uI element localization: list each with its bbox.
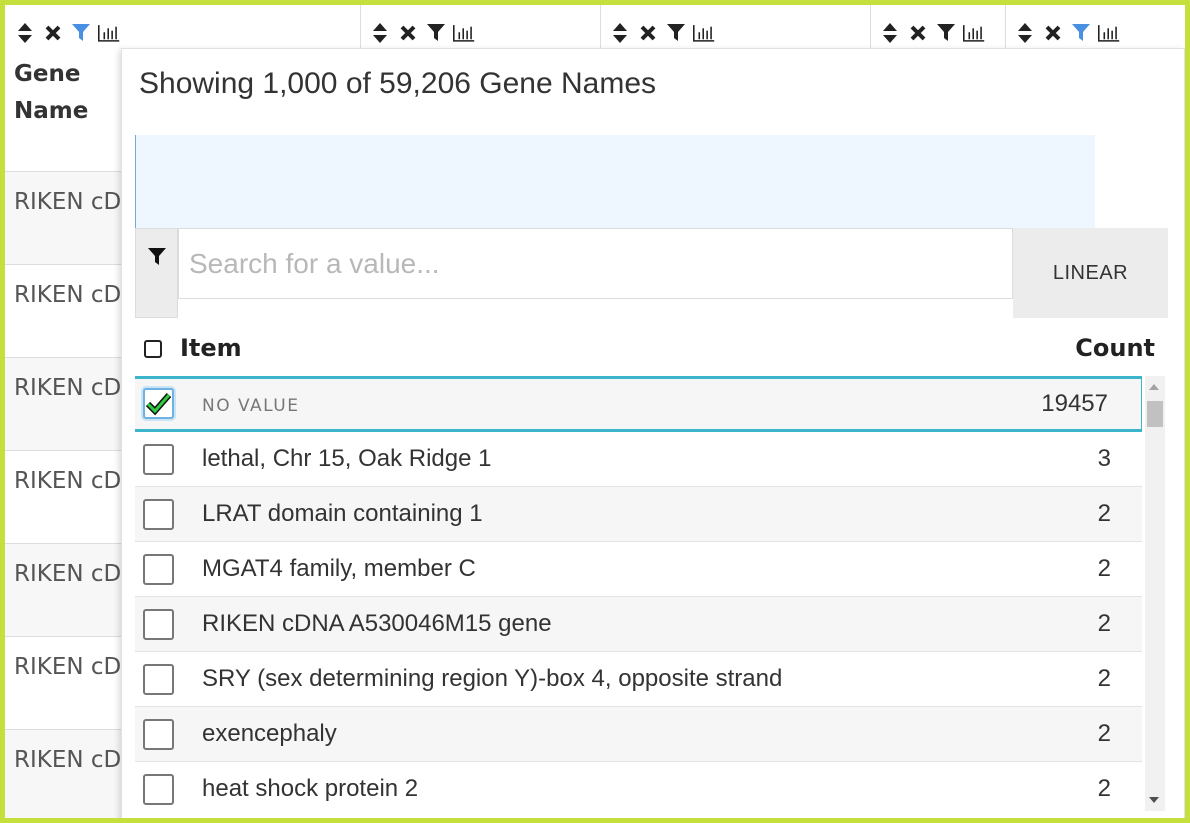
list-item[interactable]: exencephaly 2 (135, 707, 1142, 762)
chart-icon[interactable] (1098, 21, 1120, 45)
filter-icon[interactable] (1070, 21, 1092, 45)
chart-icon[interactable] (693, 21, 715, 45)
table-cell[interactable]: RIKEN cDNA gene (5, 450, 135, 543)
item-checkbox[interactable] (143, 609, 174, 640)
item-count: 2 (1097, 775, 1111, 802)
scroll-down-arrow-icon[interactable] (1149, 797, 1159, 803)
value-list: NO VALUE 19457 lethal, Chr 15, Oak Ridge 1… (135, 376, 1142, 811)
clear-icon[interactable] (637, 21, 659, 45)
column-header-gene-name[interactable]: Gene Name (14, 56, 124, 130)
item-checkbox[interactable] (143, 774, 174, 805)
item-label: heat shock protein 2 (202, 775, 419, 802)
checkmark-icon (145, 393, 172, 416)
item-count: 2 (1097, 555, 1111, 582)
list-item[interactable]: heat shock protein 2 2 (135, 762, 1142, 811)
chart-icon[interactable] (453, 21, 475, 45)
item-label: lethal, Chr 15, Oak Ridge 1 (202, 445, 492, 472)
item-label: RIKEN cDNA A530046M15 gene (202, 610, 552, 637)
list-item[interactable]: MGAT4 family, member C 2 (135, 542, 1142, 597)
item-label: NO VALUE (202, 396, 300, 416)
clear-icon[interactable] (397, 21, 419, 45)
list-item[interactable]: LRAT domain containing 1 2 (135, 487, 1142, 542)
item-count: 2 (1097, 500, 1111, 527)
list-header: Item Count (135, 334, 1155, 370)
item-count: 2 (1097, 665, 1111, 692)
scrollbar[interactable] (1145, 376, 1165, 811)
table-cell[interactable]: RIKEN cDNA gene (5, 543, 135, 636)
clear-icon[interactable] (907, 21, 929, 45)
list-item[interactable]: SRY (sex determining region Y)-box 4, op… (135, 652, 1142, 707)
clear-icon[interactable] (42, 21, 64, 45)
clear-icon[interactable] (1042, 21, 1064, 45)
filter-icon[interactable] (935, 21, 957, 45)
table-body: RIKEN cDNARIKEN cDNARIKEN cDNARIKEN cDNA… (5, 171, 135, 818)
table-cell[interactable]: RIKEN cDNA (5, 264, 135, 357)
list-item[interactable]: lethal, Chr 15, Oak Ridge 1 3 (135, 432, 1142, 487)
item-label: MGAT4 family, member C (202, 555, 476, 582)
chart-icon[interactable] (98, 21, 120, 45)
histogram-area[interactable] (135, 135, 1095, 228)
filter-icon[interactable] (70, 21, 92, 45)
item-count: 19457 (1041, 390, 1108, 417)
select-all-checkbox[interactable] (144, 340, 162, 358)
app-frame: Gene Name RIKEN cDNARIKEN cDNARIKEN cDNA… (5, 5, 1185, 818)
item-column-header[interactable]: Item (180, 334, 242, 362)
table-cell[interactable]: RIKEN cDNA (5, 171, 135, 264)
list-item-no-value[interactable]: NO VALUE 19457 (135, 376, 1142, 432)
linear-scale-button[interactable]: LINEAR (1013, 228, 1168, 318)
sort-icon[interactable] (1014, 21, 1036, 45)
filter-toggle-button[interactable] (135, 228, 178, 318)
item-label: LRAT domain containing 1 (202, 500, 483, 527)
popup-title: Showing 1,000 of 59,206 Gene Names (139, 67, 657, 100)
sort-icon[interactable] (369, 21, 391, 45)
scroll-up-arrow-icon[interactable] (1149, 384, 1159, 390)
sort-icon[interactable] (14, 21, 36, 45)
item-checkbox[interactable] (143, 388, 174, 419)
list-item[interactable]: RIKEN cDNA A530046M15 gene 2 (135, 597, 1142, 652)
item-label: exencephaly (202, 720, 337, 747)
filter-icon[interactable] (665, 21, 687, 45)
filter-icon (147, 248, 166, 265)
item-count: 2 (1097, 720, 1111, 747)
search-row: LINEAR (135, 228, 1168, 318)
item-checkbox[interactable] (143, 664, 174, 695)
table-cell[interactable]: RIKEN cDNA (5, 636, 135, 729)
count-column-header[interactable]: Count (1075, 334, 1155, 362)
search-input[interactable] (178, 228, 1013, 299)
item-checkbox[interactable] (143, 719, 174, 750)
item-count: 3 (1097, 445, 1111, 472)
item-checkbox[interactable] (143, 554, 174, 585)
filter-icon[interactable] (425, 21, 447, 45)
item-count: 2 (1097, 610, 1111, 637)
item-checkbox[interactable] (143, 499, 174, 530)
table-cell[interactable]: RIKEN cDNA (5, 357, 135, 450)
item-checkbox[interactable] (143, 444, 174, 475)
value-filter-popup: Showing 1,000 of 59,206 Gene Names LINEA… (121, 48, 1185, 818)
item-label: SRY (sex determining region Y)-box 4, op… (202, 665, 783, 692)
chart-icon[interactable] (963, 21, 985, 45)
scroll-thumb[interactable] (1147, 401, 1163, 427)
sort-icon[interactable] (879, 21, 901, 45)
table-cell[interactable]: RIKEN cDNA (5, 729, 135, 818)
sort-icon[interactable] (609, 21, 631, 45)
